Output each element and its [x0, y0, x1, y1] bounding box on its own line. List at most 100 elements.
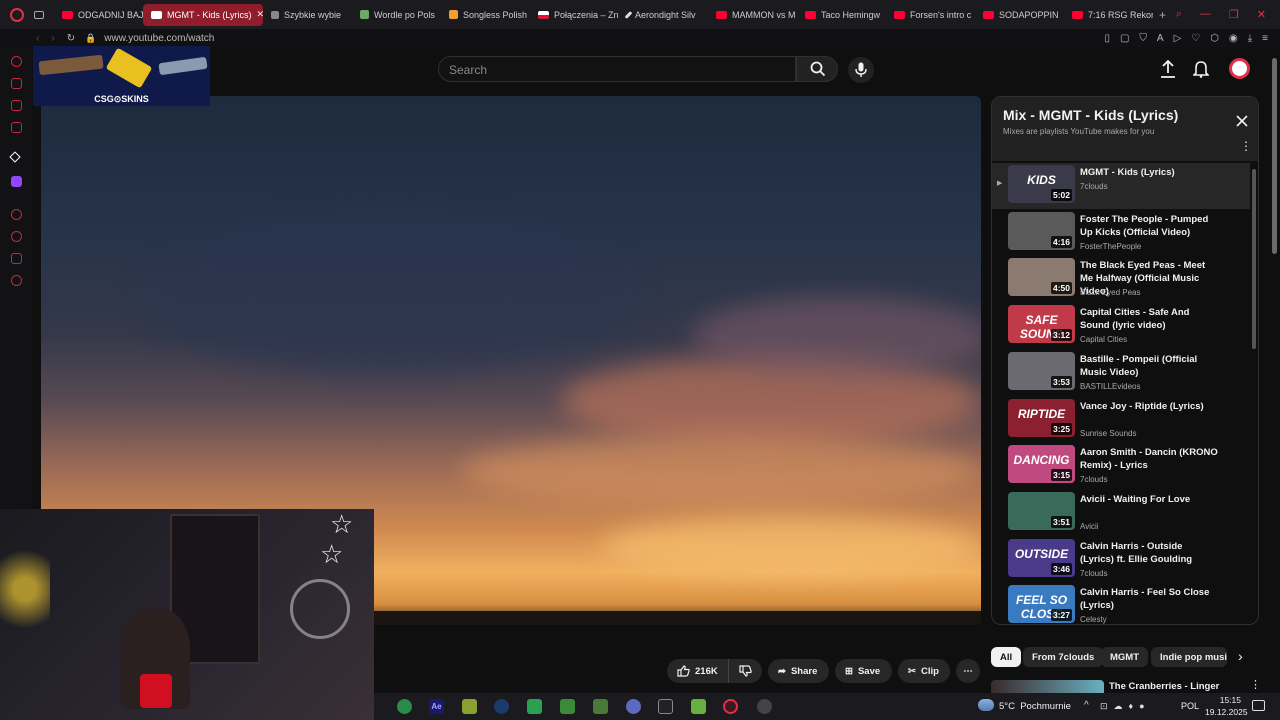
sidebar-ai-icon[interactable]	[11, 56, 22, 67]
app-icon[interactable]	[626, 699, 641, 714]
save-button[interactable]: ⊞ Save	[835, 659, 892, 683]
like-button[interactable]: 216K	[667, 659, 728, 683]
playlist-item-title[interactable]: MGMT - Kids (Lyrics)	[1080, 166, 1218, 179]
bookmark-icon[interactable]: ▯	[1104, 33, 1110, 44]
page-scrollbar[interactable]	[1272, 58, 1277, 254]
tray-expand-icon[interactable]: ^	[1084, 700, 1089, 711]
chip-from-channel[interactable]: From 7clouds	[1023, 647, 1104, 667]
forward-icon[interactable]: ›	[51, 33, 54, 44]
tab[interactable]: MAMMON vs M	[708, 4, 797, 26]
profile-icon[interactable]: ◉	[1229, 33, 1238, 44]
tab[interactable]: Forsen's intro c	[886, 4, 975, 26]
search-input[interactable]: Search	[438, 56, 796, 82]
app-icon[interactable]	[462, 699, 477, 714]
playlist-item-thumbnail[interactable]: FEEL SO CLOSE 3:27	[1008, 585, 1075, 624]
tab[interactable]: ODGADNIJ BAJ	[54, 4, 143, 26]
avatar[interactable]	[1229, 58, 1250, 79]
playlist-item-thumbnail[interactable]: 4:16	[1008, 211, 1075, 250]
chip-mgmt[interactable]: MGMT	[1101, 647, 1149, 667]
back-icon[interactable]: ‹	[36, 33, 39, 44]
minimize-icon[interactable]: —	[1200, 8, 1211, 21]
playlist-item-title[interactable]: Calvin Harris - Outside (Lyrics) ft. Ell…	[1080, 540, 1218, 566]
weather-text[interactable]: 5°C Pochmurnie	[999, 701, 1071, 712]
playlist-item-thumbnail[interactable]: RIPTIDE 3:25	[1008, 398, 1075, 437]
sidebar-extensions-icon[interactable]	[11, 253, 22, 264]
playlist-item[interactable]: 3:51 Avicii - Waiting For Love Avicii	[992, 490, 1250, 536]
chip-indie-pop[interactable]: Indie pop music	[1151, 647, 1227, 667]
playlist-item[interactable]: SAFE SOUND 3:12 Capital Cities - Safe And …	[992, 303, 1250, 349]
playlist-item[interactable]: 3:53 Bastille - Pompeii (Official Music V…	[992, 350, 1250, 396]
sidebar-twitch-icon[interactable]	[11, 176, 22, 187]
share-button[interactable]: ➦ Share	[768, 659, 829, 683]
upload-icon[interactable]	[1160, 60, 1176, 78]
playlist-item-thumbnail[interactable]: 3:51	[1008, 491, 1075, 530]
tab[interactable]: SODAPOPPIN	[975, 4, 1064, 26]
tab-islands-icon[interactable]	[34, 10, 44, 19]
search-button[interactable]	[796, 56, 838, 82]
minecraft-icon[interactable]	[593, 699, 608, 714]
tab[interactable]: Szybkie wybie	[263, 4, 352, 26]
playlist-item-thumbnail[interactable]: SAFE SOUND 3:12	[1008, 305, 1075, 344]
recommended-title[interactable]: The Cranberries - Linger	[1109, 681, 1219, 692]
snapshot-icon[interactable]: ▢	[1120, 33, 1129, 44]
csgoskins-ad-banner[interactable]: CSG⊙SKINS	[33, 46, 210, 106]
shield-icon[interactable]: ⛉	[1139, 33, 1147, 44]
tab[interactable]: Taco Hemingw	[797, 4, 886, 26]
notifications-bell-icon[interactable]	[1193, 60, 1209, 78]
tray-icons[interactable]: ⊡☁♦●	[1100, 701, 1151, 712]
translate-icon[interactable]: A	[1157, 33, 1164, 44]
new-tab-button[interactable]: +	[1159, 8, 1166, 22]
steam-icon[interactable]	[494, 699, 509, 714]
playlist-item[interactable]: DANCING 3:15 Aaron Smith - Dancin (KRONO R…	[992, 443, 1250, 489]
app-icon[interactable]	[757, 699, 772, 714]
menu-icon[interactable]: ≡	[1262, 33, 1268, 44]
voice-search-button[interactable]	[848, 57, 874, 83]
opera-taskbar-icon[interactable]	[723, 699, 738, 714]
playlist-item[interactable]: RIPTIDE 3:25 Vance Joy - Riptide (Lyrics) S…	[992, 397, 1250, 443]
maximize-icon[interactable]: ❐	[1229, 8, 1239, 21]
clock-time[interactable]: 15:15	[1205, 695, 1241, 705]
app-icon[interactable]	[560, 699, 575, 714]
playlist-item[interactable]: OUTSIDE 3:46 Calvin Harris - Outside (Lyri…	[992, 537, 1250, 583]
playlist-item-thumbnail[interactable]: 4:50	[1008, 258, 1075, 297]
more-actions-button[interactable]: ⋯	[956, 659, 980, 683]
chrome-icon[interactable]	[397, 699, 412, 714]
play-icon[interactable]: ▷	[1174, 33, 1182, 44]
reload-icon[interactable]: ↻	[67, 33, 75, 44]
sidebar-app-icon[interactable]	[9, 151, 21, 163]
playlist-item-title[interactable]: Avicii - Waiting For Love	[1080, 493, 1218, 506]
terminal-icon[interactable]	[658, 699, 673, 714]
notepad-icon[interactable]	[527, 699, 542, 714]
close-window-icon[interactable]: ✕	[1257, 8, 1266, 21]
heart-icon[interactable]: ♡	[1191, 33, 1200, 44]
tab[interactable]: Aerondight Silv	[619, 4, 708, 26]
playlist-item-title[interactable]: Calvin Harris - Feel So Close (Lyrics)	[1080, 586, 1218, 612]
extensions-icon[interactable]: ⬡	[1210, 33, 1219, 44]
after-effects-icon[interactable]: Ae	[429, 699, 444, 714]
playlist-item-thumbnail[interactable]: OUTSIDE 3:46	[1008, 538, 1075, 577]
url-field[interactable]: www.youtube.com/watch	[104, 33, 214, 44]
clip-button[interactable]: ✂ Clip	[898, 659, 950, 683]
more-options-icon[interactable]: ⋮	[1240, 140, 1252, 152]
search-tabs-icon[interactable]: ⌕	[1176, 8, 1182, 21]
sidebar-settings-icon[interactable]	[11, 275, 22, 286]
playlist-item[interactable]: 4:16 Foster The People - Pumped Up Kicks …	[992, 210, 1250, 256]
app-icon[interactable]	[691, 699, 706, 714]
playlist-item-title[interactable]: Bastille - Pompeii (Official Music Video…	[1080, 353, 1218, 379]
playlist-item[interactable]: FEEL SO CLOSE 3:27 Calvin Harris - Feel So…	[992, 583, 1250, 624]
sidebar-player-icon[interactable]	[11, 209, 22, 220]
opera-logo-icon[interactable]	[10, 7, 24, 22]
recommended-more-icon[interactable]: ⋮	[1250, 680, 1261, 691]
recommended-thumbnail[interactable]	[991, 680, 1104, 693]
clock-date[interactable]: 19.12.2025	[1205, 707, 1248, 717]
playlist-item-title[interactable]: Vance Joy - Riptide (Lyrics)	[1080, 400, 1218, 413]
playlist-item-title[interactable]: Foster The People - Pumped Up Kicks (Off…	[1080, 213, 1218, 239]
tab[interactable]: Wordle po Pols	[352, 4, 441, 26]
sidebar-messenger-icon[interactable]	[11, 100, 22, 111]
playlist-item-thumbnail[interactable]: 3:53	[1008, 351, 1075, 390]
tab[interactable]: Połączenia – Zn	[530, 4, 619, 26]
dislike-button[interactable]	[728, 659, 762, 683]
playlist-scrollbar[interactable]	[1252, 169, 1256, 349]
language-indicator[interactable]: POL	[1181, 701, 1199, 711]
playlist-item-thumbnail[interactable]: DANCING 3:15	[1008, 445, 1075, 484]
